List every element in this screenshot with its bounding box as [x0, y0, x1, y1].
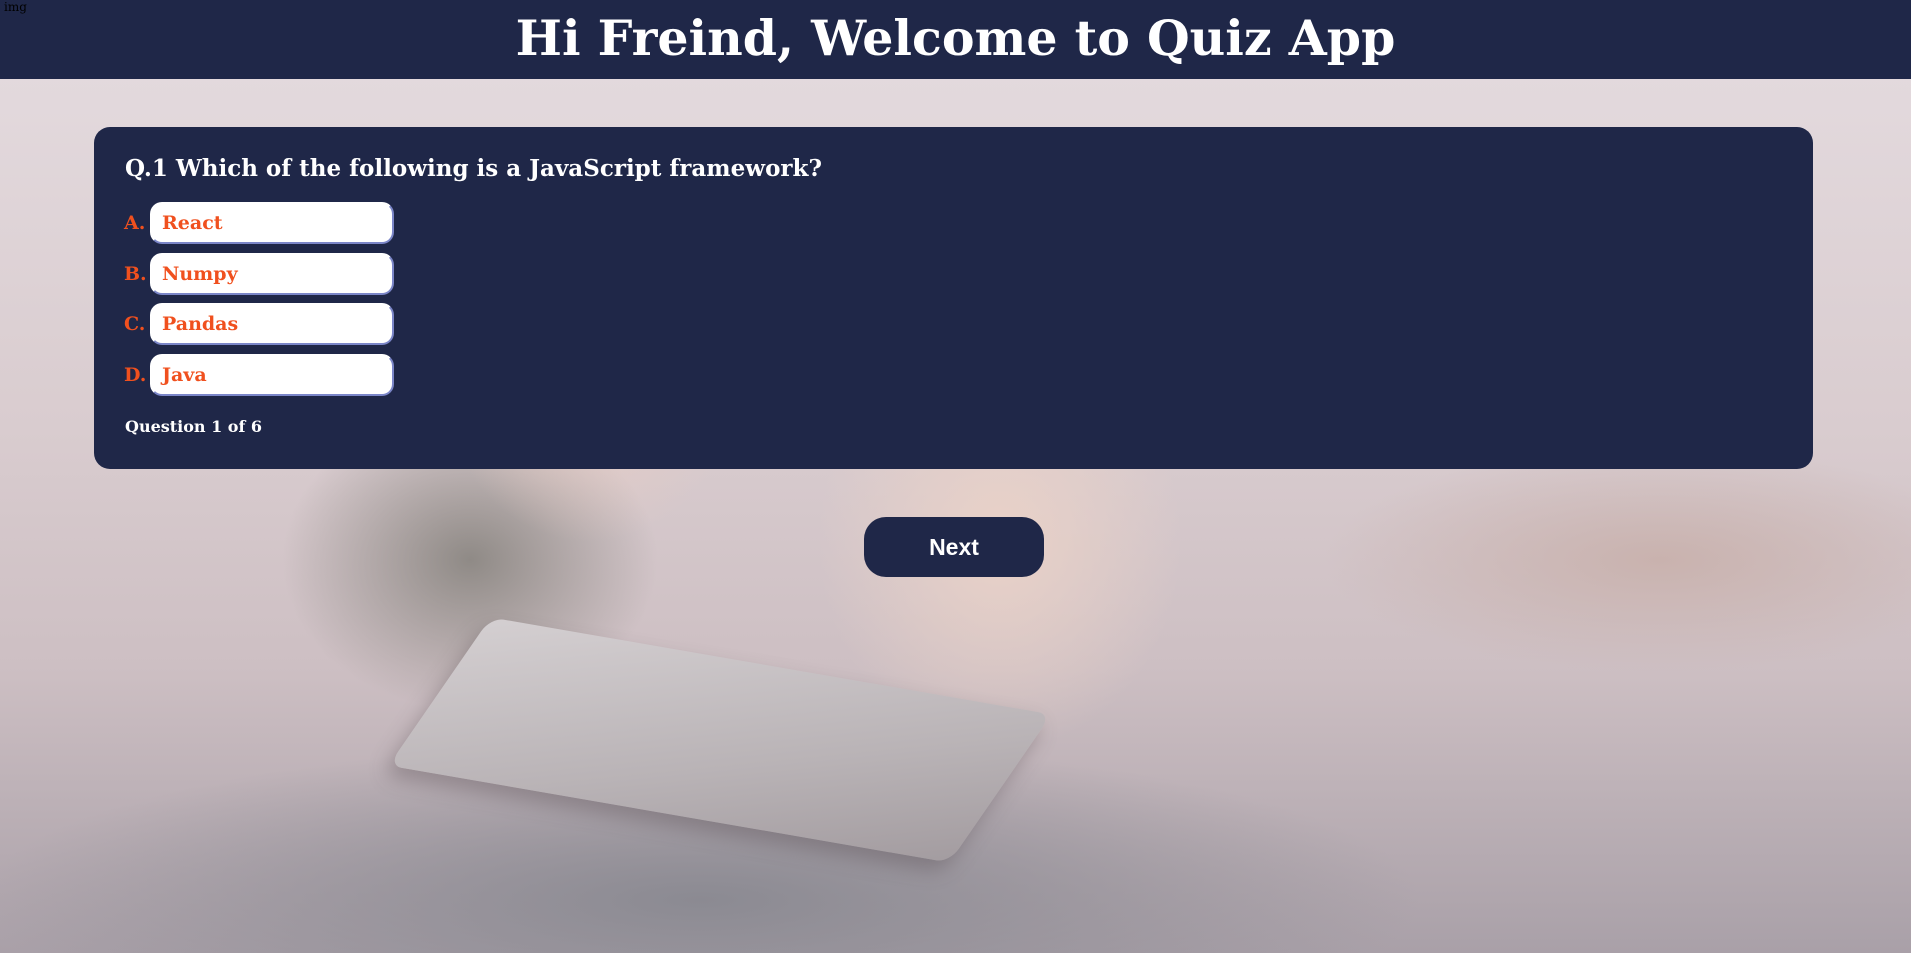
option-letter: A.: [124, 212, 146, 234]
option-a: A. React: [124, 202, 394, 244]
question-counter: Question 1 of 6: [125, 417, 263, 436]
tablet-shape: [388, 617, 1052, 863]
option-button-a[interactable]: React: [150, 202, 394, 244]
option-b: B. Numpy: [124, 252, 394, 295]
option-label: Numpy: [162, 262, 238, 285]
option-button-d[interactable]: Java: [150, 353, 394, 396]
options-list: A. React B. Numpy C. Pandas D. Java: [124, 202, 394, 404]
broken-image-icon: img: [4, 0, 27, 14]
option-letter: D.: [124, 363, 147, 386]
window-edge: [1911, 0, 1917, 953]
option-c: C. Pandas: [124, 303, 394, 345]
next-button[interactable]: Next: [864, 517, 1044, 577]
option-label: React: [162, 212, 223, 234]
option-d: D. Java: [124, 353, 394, 396]
option-letter: C.: [124, 313, 146, 335]
option-button-b[interactable]: Numpy: [150, 252, 394, 295]
page-title: Hi Freind, Welcome to Quiz App: [515, 9, 1396, 67]
option-label: Pandas: [162, 313, 239, 335]
option-letter: B.: [124, 262, 147, 285]
question-text: Q.1 Which of the following is a JavaScri…: [125, 155, 822, 182]
option-label: Java: [162, 363, 207, 386]
question-card: Q.1 Which of the following is a JavaScri…: [94, 127, 1813, 469]
app-header: Hi Freind, Welcome to Quiz App: [0, 0, 1911, 79]
option-button-c[interactable]: Pandas: [150, 303, 394, 345]
